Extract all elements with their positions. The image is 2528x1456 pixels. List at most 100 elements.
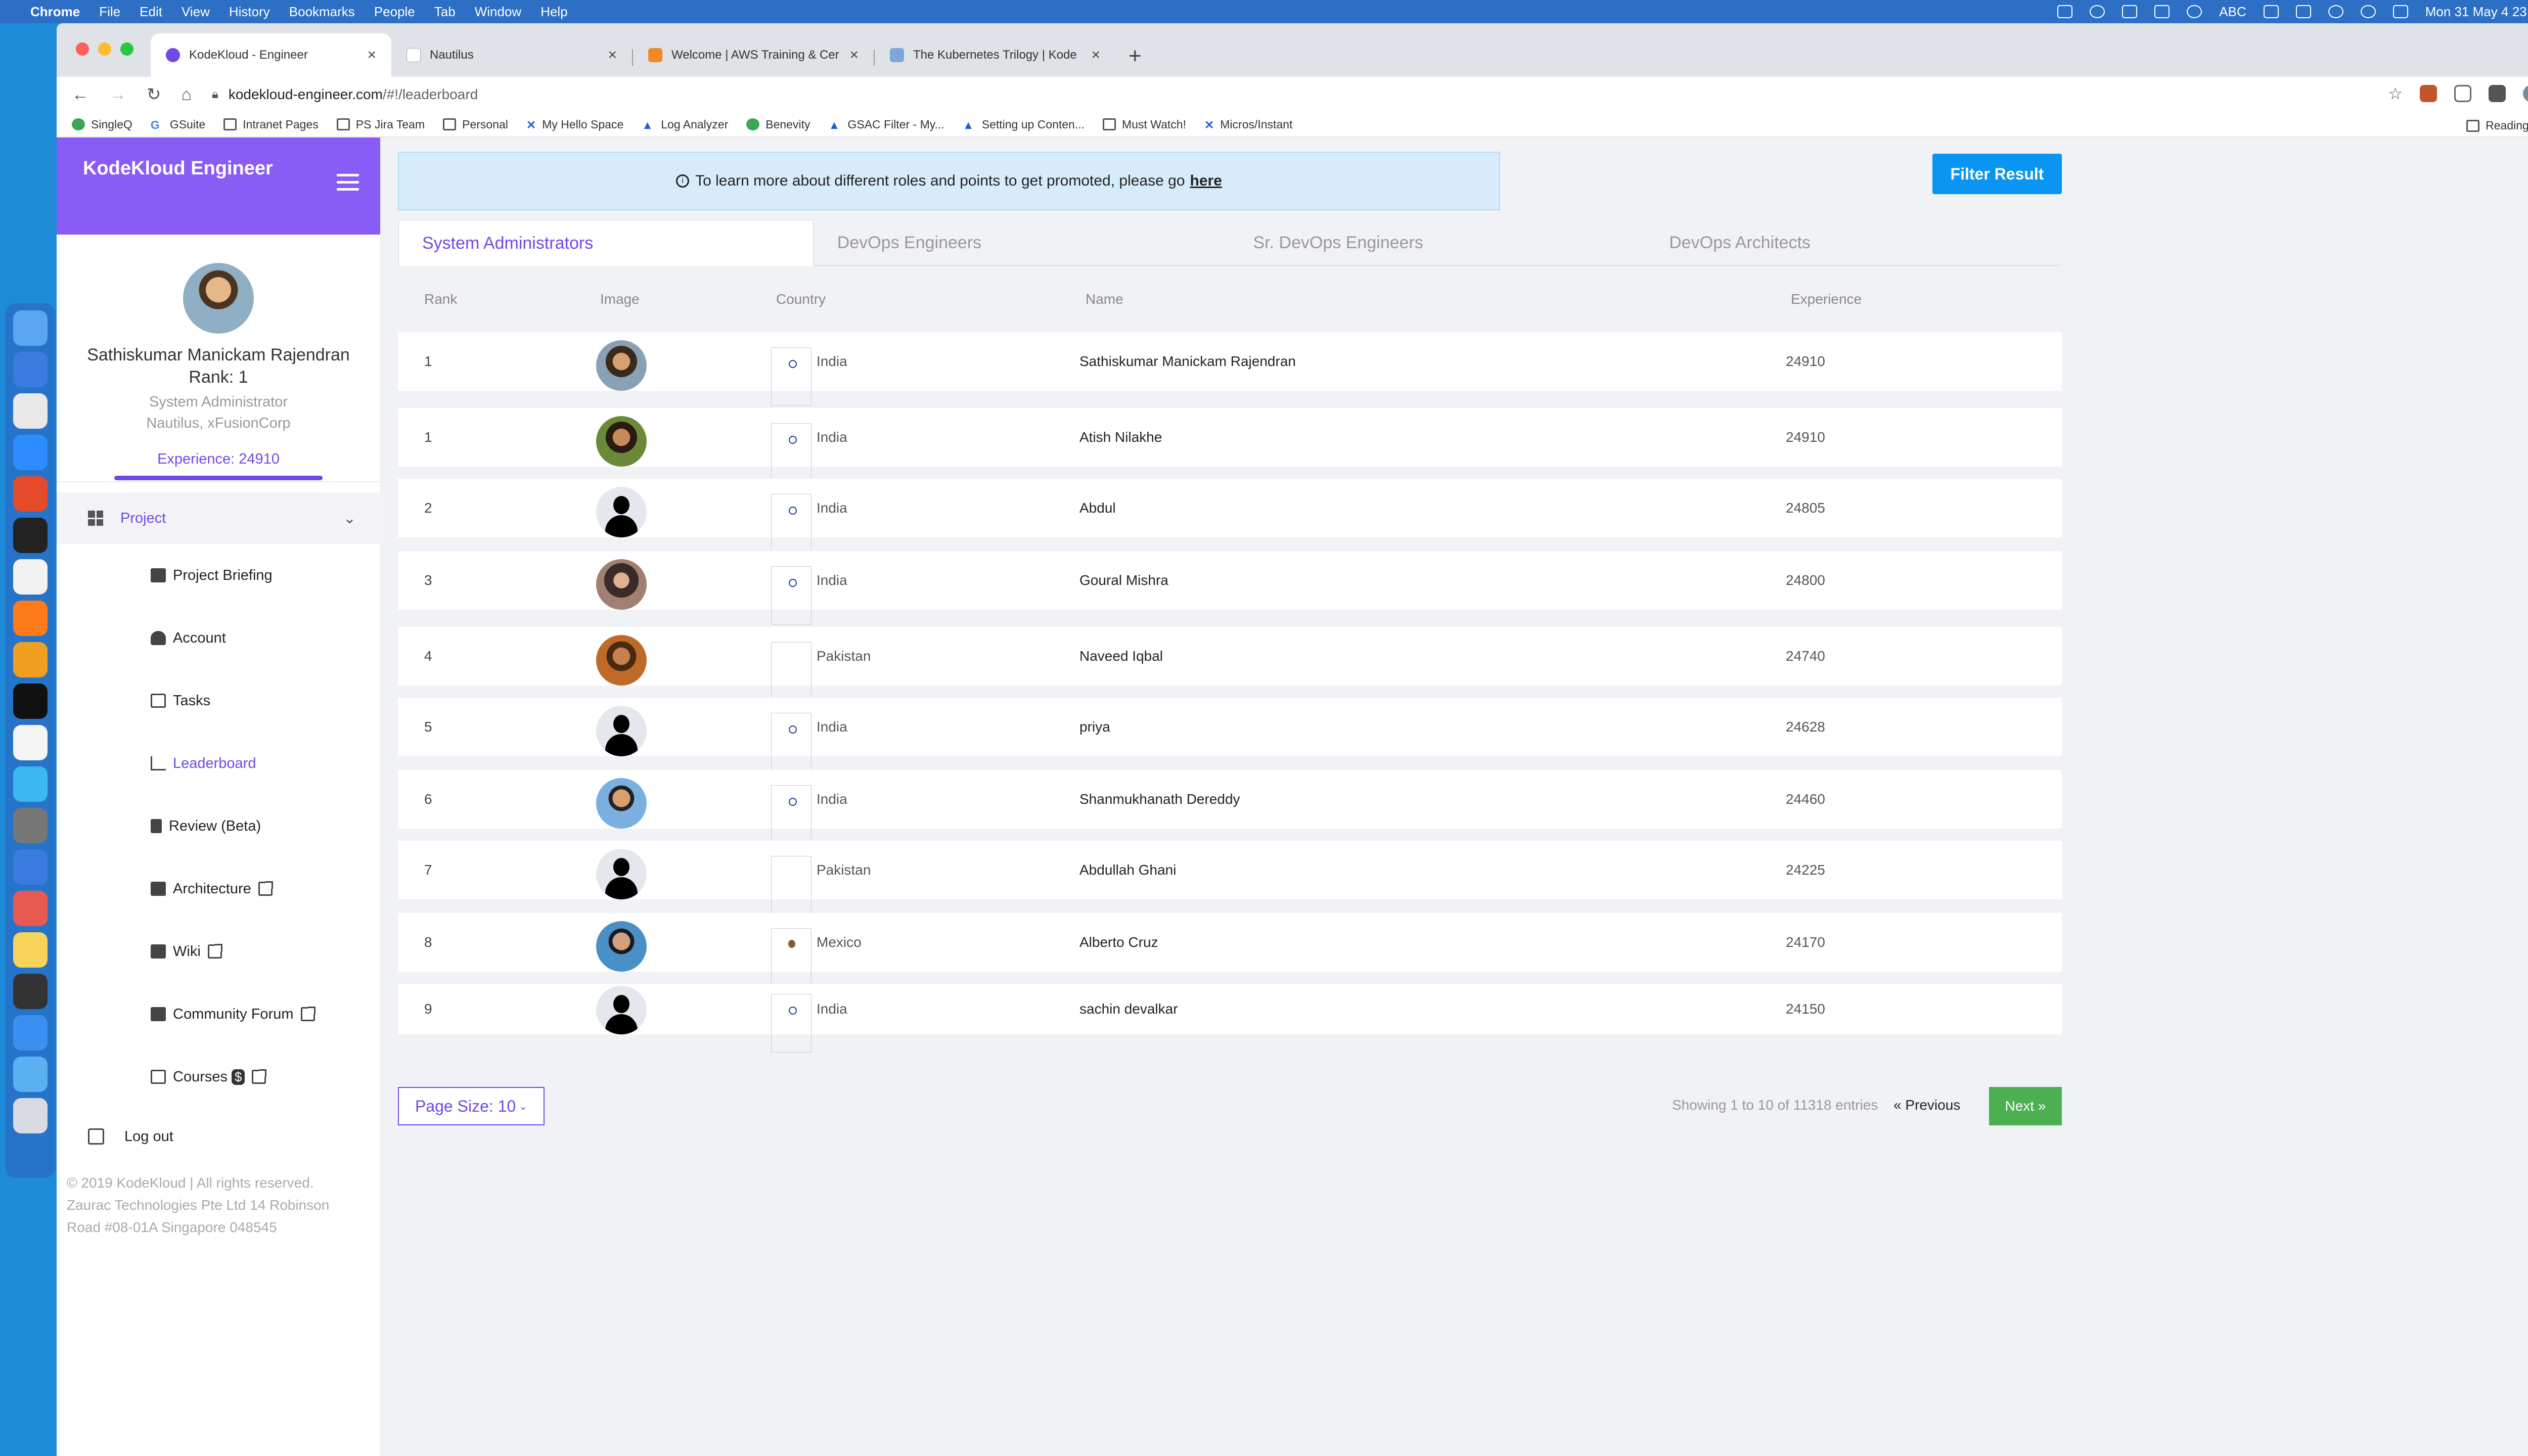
stickies-icon[interactable] xyxy=(13,932,48,968)
bookmark-setting-up-content[interactable]: ▲ Setting up Conten... xyxy=(963,118,1085,132)
chrome-icon[interactable] xyxy=(13,559,48,595)
reading-list-button[interactable]: Reading List xyxy=(2466,119,2528,132)
sidebar-item-tasks[interactable]: Tasks xyxy=(57,669,380,732)
forward-arrow-icon[interactable]: → xyxy=(109,85,126,105)
home-icon[interactable]: ⌂ xyxy=(182,85,192,105)
back-arrow-icon[interactable]: ← xyxy=(72,85,89,105)
hamburger-menu-icon[interactable] xyxy=(337,174,359,195)
menubar-clock[interactable]: Mon 31 May 4 23 38 PM xyxy=(2425,4,2528,20)
reload-icon[interactable]: ↻ xyxy=(147,84,161,105)
menu-file[interactable]: File xyxy=(99,4,120,20)
menu-help[interactable]: Help xyxy=(540,4,567,20)
cast-icon[interactable] xyxy=(2454,85,2471,102)
bookmark-personal[interactable]: Personal xyxy=(443,118,508,131)
address-bar[interactable]: kodekloud-engineer.com/#!/leaderboard xyxy=(229,86,478,103)
extension-icon[interactable] xyxy=(2420,85,2437,102)
terminal-icon[interactable] xyxy=(13,518,48,553)
lock-icon[interactable]: 🔒︎ xyxy=(212,87,218,102)
activity-monitor-icon[interactable] xyxy=(13,974,48,1009)
git-client-icon[interactable] xyxy=(13,476,48,512)
sidebar-item-community-forum[interactable]: Community Forum xyxy=(57,983,380,1045)
extensions-puzzle-icon[interactable] xyxy=(2489,85,2506,102)
teams-icon[interactable] xyxy=(13,766,48,802)
info-here-link[interactable]: here xyxy=(1190,172,1222,190)
menu-window[interactable]: Window xyxy=(475,4,521,20)
bookmark-singleq[interactable]: SingleQ xyxy=(72,118,132,131)
sidebar-item-account[interactable]: Account xyxy=(57,607,380,669)
menu-history[interactable]: History xyxy=(229,4,270,20)
control-center-icon[interactable] xyxy=(2392,5,2408,18)
menu-people[interactable]: People xyxy=(374,4,415,20)
sidebar-item-leaderboard[interactable]: Leaderboard xyxy=(57,732,380,795)
sidebar-item-project-briefing[interactable]: Project Briefing xyxy=(57,544,380,607)
bookmark-ps-jira-team[interactable]: PS Jira Team xyxy=(336,118,425,131)
close-window-button[interactable] xyxy=(76,42,89,56)
close-tab-icon[interactable]: × xyxy=(608,47,617,64)
battery-icon[interactable] xyxy=(2295,5,2311,18)
tab-system-administrators[interactable]: System Administrators xyxy=(398,219,814,266)
browser-tab-kubernetes[interactable]: The Kubernetes Trilogy | Kode × xyxy=(875,33,1115,77)
app-store-icon[interactable] xyxy=(13,352,48,387)
menu-tab[interactable]: Tab xyxy=(434,4,456,20)
sidebar-item-review[interactable]: Review (Beta) xyxy=(57,795,380,857)
minimize-window-button[interactable] xyxy=(98,42,111,56)
downloads-folder-icon[interactable] xyxy=(13,1057,48,1092)
profile-avatar-icon[interactable] xyxy=(2523,85,2528,102)
launchpad-icon[interactable] xyxy=(13,849,48,885)
new-tab-icon[interactable]: + xyxy=(1128,43,1142,69)
zoom-icon[interactable] xyxy=(13,435,48,470)
tab-sr-devops-engineers[interactable]: Sr. DevOps Engineers xyxy=(1230,219,1646,266)
page-size-dropdown[interactable]: Page Size: 10 ⌄ xyxy=(398,1087,545,1125)
bookmark-gsuite[interactable]: G GSuite xyxy=(151,118,205,132)
filter-result-button[interactable]: Filter Result xyxy=(1932,154,2062,194)
logout-button[interactable]: Log out xyxy=(57,1111,380,1162)
bookmark-log-analyzer[interactable]: ▲ Log Analyzer xyxy=(642,118,728,132)
notes-icon[interactable] xyxy=(13,725,48,760)
bookmark-micros-instant[interactable]: ✕ Micros/Instant xyxy=(1204,118,1292,132)
clipboard-icon[interactable] xyxy=(2154,5,2170,18)
bookmark-my-hello-space[interactable]: ✕ My Hello Space xyxy=(526,118,623,132)
bookmark-intranet-pages[interactable]: Intranet Pages xyxy=(223,118,319,131)
trash-icon[interactable] xyxy=(13,1098,48,1133)
photos-icon[interactable] xyxy=(13,891,48,926)
play-icon[interactable] xyxy=(2187,5,2202,18)
sidebar-item-courses[interactable]: Courses $ xyxy=(57,1045,380,1108)
close-tab-icon[interactable]: × xyxy=(367,47,376,64)
safari-icon[interactable] xyxy=(13,1015,48,1051)
next-page-button[interactable]: Next » xyxy=(1989,1087,2062,1125)
menu-bookmarks[interactable]: Bookmarks xyxy=(289,4,355,20)
cloud-icon[interactable] xyxy=(2122,5,2138,18)
vpn-status-icon[interactable] xyxy=(2090,5,2105,18)
spotlight-search-icon[interactable] xyxy=(2360,5,2376,18)
browser-tab-kodekloud[interactable]: KodeKloud - Engineer × xyxy=(151,33,391,77)
sublime-text-icon[interactable] xyxy=(13,642,48,677)
menu-view[interactable]: View xyxy=(182,4,210,20)
browser-tab-nautilus[interactable]: Nautilus × xyxy=(391,33,632,77)
bookmark-must-watch[interactable]: Must Watch! xyxy=(1103,118,1186,131)
system-preferences-icon[interactable] xyxy=(13,808,48,843)
bookmark-benevity[interactable]: Benevity xyxy=(746,118,810,131)
tab-devops-engineers[interactable]: DevOps Engineers xyxy=(814,219,1230,266)
tab-devops-architects[interactable]: DevOps Architects xyxy=(1646,219,2062,266)
brand-title[interactable]: KodeKloud Engineer xyxy=(83,158,273,179)
chevron-down-icon[interactable]: ⌄ xyxy=(343,510,356,527)
close-tab-icon[interactable]: × xyxy=(849,47,859,64)
browser-tab-aws[interactable]: Welcome | AWS Training & Cer × xyxy=(633,33,874,77)
close-tab-icon[interactable]: × xyxy=(1091,47,1100,64)
zoom-window-button[interactable] xyxy=(120,42,133,56)
wifi-icon[interactable] xyxy=(2328,5,2343,18)
bookmark-gsac-filter[interactable]: ▲ GSAC Filter - My... xyxy=(828,118,944,132)
sidebar-item-project[interactable]: Project ⌄ xyxy=(57,492,380,544)
intellij-icon[interactable] xyxy=(13,684,48,719)
slack-icon[interactable] xyxy=(13,393,48,429)
menu-app-name[interactable]: Chrome xyxy=(30,4,80,20)
firefox-icon[interactable] xyxy=(13,601,48,636)
zoom-status-icon[interactable] xyxy=(2057,5,2073,18)
previous-page-button[interactable]: « Previous xyxy=(1893,1097,1960,1113)
keyboard-input-label[interactable]: ABC xyxy=(2219,4,2246,20)
sidebar-item-wiki[interactable]: Wiki xyxy=(57,920,380,983)
finder-icon[interactable] xyxy=(13,310,48,346)
bluetooth-icon[interactable] xyxy=(2263,5,2279,18)
bookmark-star-icon[interactable]: ☆ xyxy=(2388,84,2403,103)
sidebar-item-architecture[interactable]: Architecture xyxy=(57,857,380,920)
